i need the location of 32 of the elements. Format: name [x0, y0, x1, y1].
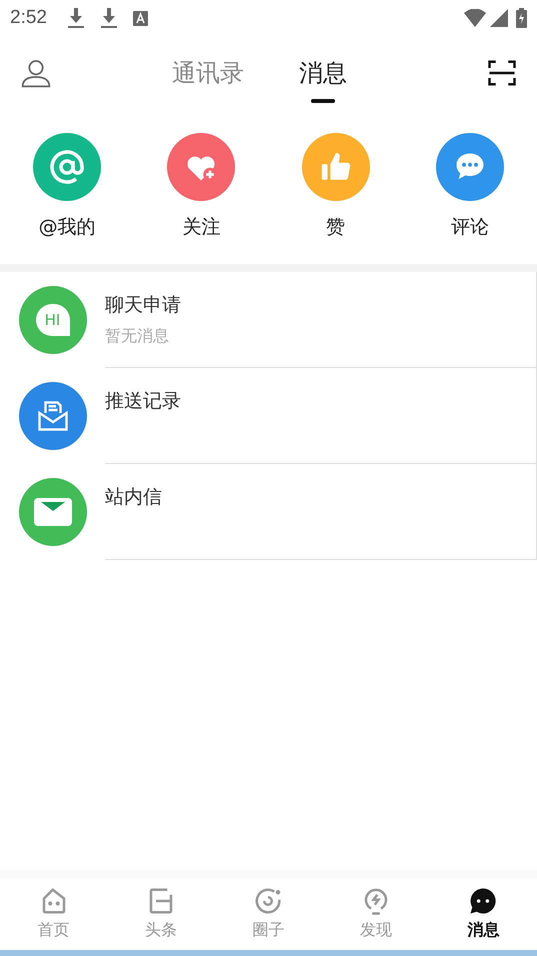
battery-icon	[516, 8, 527, 28]
message-title: 聊天申请	[105, 293, 182, 318]
message-title: 推送记录	[105, 389, 182, 414]
quick-action[interactable]: 赞	[268, 132, 403, 242]
message-title: 站内信	[105, 485, 163, 510]
at-sign-icon	[49, 148, 86, 185]
quick-action-label: @我的	[38, 214, 96, 240]
hi-bubble-icon: HI	[36, 304, 70, 336]
envelope-icon	[34, 498, 72, 526]
download-icon	[66, 8, 85, 28]
ring-icon	[253, 886, 284, 916]
quick-action-label: 评论	[450, 214, 489, 240]
quick-action[interactable]: 评论	[402, 132, 537, 242]
wifi-icon	[464, 9, 486, 27]
message-row[interactable]: HI 聊天申请 暂无消息	[0, 272, 536, 368]
chat-bubble-icon	[468, 886, 498, 916]
font-icon	[132, 10, 148, 26]
quick-action-label: 关注	[182, 214, 220, 240]
signal-icon	[490, 9, 508, 27]
user-icon[interactable]	[20, 57, 52, 89]
message-row[interactable]: 站内信	[0, 464, 536, 560]
header-tab[interactable]: 通讯录	[172, 43, 244, 103]
scan-icon[interactable]	[487, 58, 517, 88]
message-row[interactable]: 推送记录	[0, 368, 536, 464]
header-tab[interactable]: 消息	[299, 43, 347, 103]
nav-tab[interactable]: 消息	[430, 878, 537, 950]
quick-action[interactable]: @我的	[0, 132, 134, 242]
download-icon	[100, 8, 118, 28]
quick-action-label: 赞	[326, 214, 346, 240]
status-time: 2:52	[10, 6, 47, 30]
quick-action[interactable]: 关注	[134, 132, 268, 242]
message-subtitle: 暂无消息	[105, 325, 170, 347]
